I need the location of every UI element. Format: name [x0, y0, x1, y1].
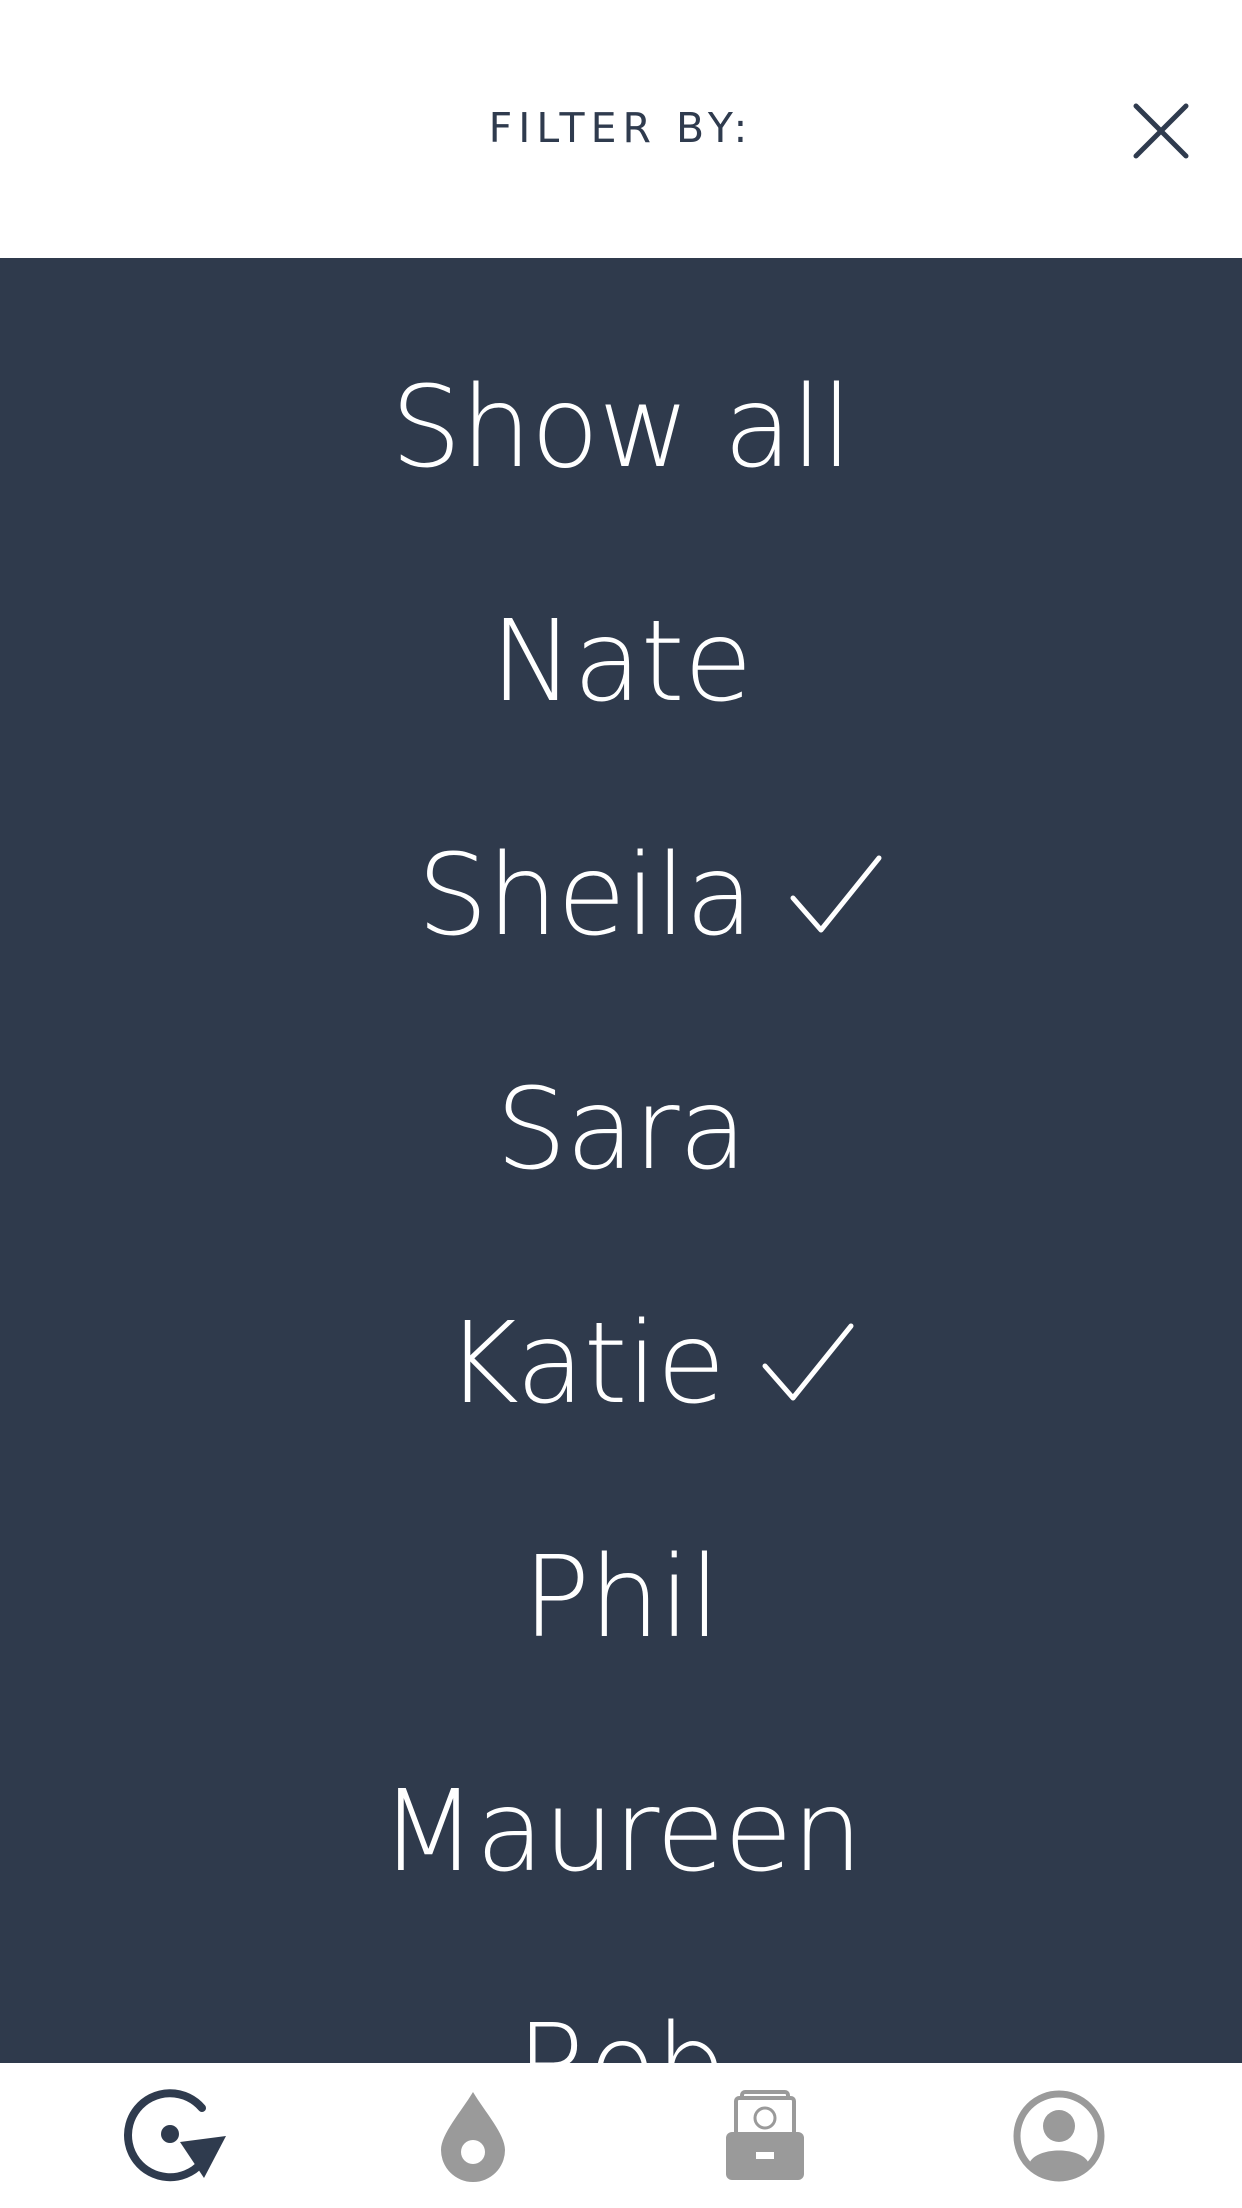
filter-option-label: Show all	[390, 363, 853, 493]
filter-header: FILTER BY:	[0, 0, 1242, 258]
tab-refresh[interactable]	[22, 2063, 332, 2208]
filter-option-show-all[interactable]: Show all	[0, 328, 1242, 528]
tab-profile[interactable]	[904, 2063, 1214, 2208]
filter-option-label: Katie	[445, 1299, 725, 1429]
filter-option-label: Maureen	[380, 1767, 863, 1897]
filter-option-maureen[interactable]: Maureen	[0, 1732, 1242, 1932]
close-icon	[1133, 103, 1189, 159]
filter-option-rob[interactable]: Rob	[0, 1966, 1242, 2063]
checkmark-icon	[790, 855, 882, 933]
filter-option-phil[interactable]: Phil	[0, 1498, 1242, 1698]
filter-option-label: Nate	[490, 597, 752, 727]
tab-register[interactable]	[610, 2063, 920, 2208]
filter-option-label: Sara	[495, 1065, 747, 1195]
drop-location-icon	[441, 2091, 505, 2182]
filter-screen: FILTER BY: Show all Nate Sheila Sara Kat…	[0, 0, 1242, 2208]
close-button[interactable]	[1118, 92, 1198, 172]
filter-option-katie[interactable]: Katie	[0, 1264, 1242, 1464]
filter-option-label: Phil	[522, 1533, 721, 1663]
filter-option-label: Rob	[516, 2001, 726, 2063]
filter-title: FILTER BY:	[488, 104, 754, 152]
bottom-tab-bar	[0, 2063, 1242, 2208]
tab-drop[interactable]	[318, 2063, 628, 2208]
filter-option-sheila[interactable]: Sheila	[0, 796, 1242, 996]
filter-list: Show all Nate Sheila Sara Katie Phil Mau…	[0, 258, 1242, 2063]
checkmark-icon	[762, 1323, 854, 1401]
filter-option-sara[interactable]: Sara	[0, 1030, 1242, 1230]
filter-option-nate[interactable]: Nate	[0, 562, 1242, 762]
cash-register-icon	[726, 2089, 804, 2180]
filter-option-label: Sheila	[417, 831, 754, 961]
profile-icon	[1013, 2090, 1105, 2181]
refresh-cycle-icon	[124, 2088, 226, 2181]
